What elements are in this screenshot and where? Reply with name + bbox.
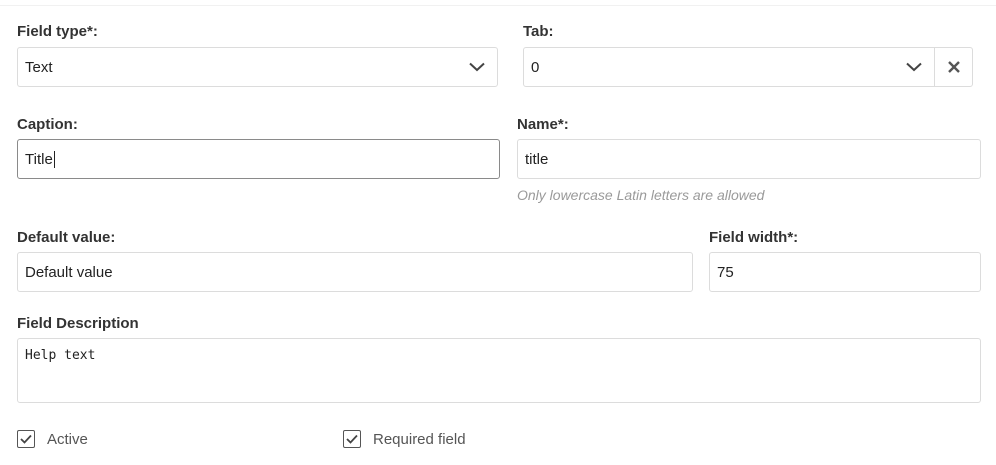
field-type-select[interactable]: Text <box>17 47 498 87</box>
field-width-input[interactable]: 75 <box>709 252 981 292</box>
required-label: Required field <box>373 430 466 448</box>
caption-value: Title <box>25 150 53 168</box>
active-checkbox[interactable]: Active <box>17 430 88 448</box>
close-icon <box>947 61 960 73</box>
active-label: Active <box>47 430 88 448</box>
checkbox-box[interactable] <box>17 430 35 448</box>
checkmark-icon <box>20 434 32 444</box>
field-width-label: Field width*: <box>709 229 799 246</box>
name-label: Name*: <box>517 116 569 133</box>
field-width-value: 75 <box>717 263 734 281</box>
description-value: Help text <box>25 348 96 363</box>
description-label: Field Description <box>17 315 139 332</box>
text-caret <box>53 150 55 168</box>
description-textarea[interactable]: Help text <box>17 338 981 403</box>
header-strip <box>0 0 996 6</box>
default-value-input[interactable]: Default value <box>17 252 693 292</box>
tab-select[interactable]: 0 <box>523 47 973 87</box>
default-value-value: Default value <box>25 263 113 281</box>
field-type-label: Field type*: <box>17 23 98 40</box>
default-value-label: Default value: <box>17 229 116 246</box>
tab-label: Tab: <box>523 23 554 40</box>
name-value: title <box>525 150 549 168</box>
caption-label: Caption: <box>17 116 78 133</box>
chevron-down-icon[interactable] <box>904 57 924 77</box>
tab-clear-button[interactable] <box>934 48 972 86</box>
caption-input[interactable]: Title <box>17 139 500 179</box>
checkbox-box[interactable] <box>343 430 361 448</box>
checkmark-icon <box>346 434 358 444</box>
name-input[interactable]: title <box>517 139 981 179</box>
required-checkbox[interactable]: Required field <box>343 430 466 448</box>
chevron-down-icon[interactable] <box>467 57 487 77</box>
name-hint: Only lowercase Latin letters are allowed <box>517 187 765 203</box>
field-type-value: Text <box>25 58 53 76</box>
